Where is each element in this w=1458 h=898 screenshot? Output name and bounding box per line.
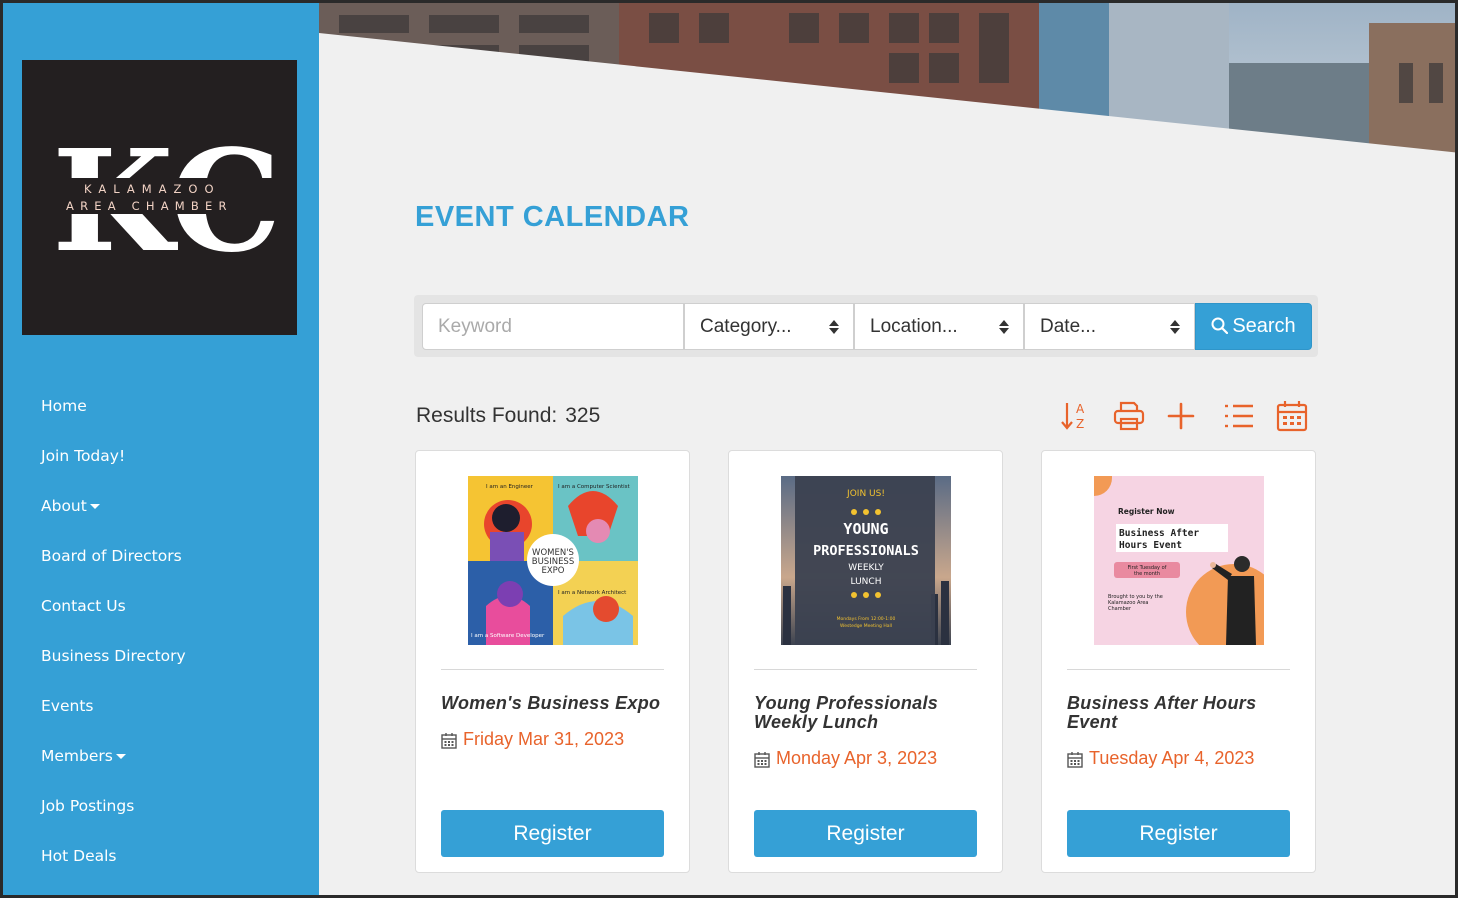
event-card[interactable]: Register Now Business After Hours Event … <box>1041 450 1316 873</box>
nav-label: Business Directory <box>41 647 186 665</box>
event-date-text: Friday Mar 31, 2023 <box>463 729 625 749</box>
calendar-icon <box>441 733 457 749</box>
search-button-label: Search <box>1232 315 1296 337</box>
event-date: Monday Apr 3, 2023 <box>754 748 937 769</box>
image-text: Chamber <box>1108 606 1132 612</box>
calendar-view-icon[interactable] <box>1275 399 1309 433</box>
event-card[interactable]: JOIN US! YOUNG PROFESSIONALS WEEKLY LUNC… <box>728 450 1003 873</box>
nav-item-board-of-directors[interactable]: Board of Directors <box>3 531 319 581</box>
nav-item-members[interactable]: Members <box>3 731 319 781</box>
image-text: YOUNG <box>843 520 888 538</box>
nav-label: Events <box>41 697 94 715</box>
search-button[interactable]: Search <box>1195 303 1312 350</box>
event-card[interactable]: WOMEN'S BUSINESS EXPO I am an Engineer I… <box>415 450 690 873</box>
nav-item-hot-deals[interactable]: Hot Deals <box>3 831 319 881</box>
select-arrows-icon <box>829 320 839 334</box>
add-icon[interactable] <box>1164 399 1198 433</box>
image-text: I am an Engineer <box>486 484 534 490</box>
nav-label: Job Postings <box>41 797 135 815</box>
image-text: Hours Event <box>1119 540 1182 551</box>
divider <box>1067 669 1290 670</box>
page-title: EVENT CALENDAR <box>415 201 690 233</box>
image-text: Mondays From 12:00-1:00 <box>837 616 896 622</box>
nav-label: Contact Us <box>41 597 126 615</box>
logo-text-line1: KALAMAZOO <box>84 182 221 196</box>
nav-item-join-today[interactable]: Join Today! <box>3 431 319 481</box>
select-arrows-icon <box>1170 320 1180 334</box>
print-icon[interactable] <box>1112 399 1146 433</box>
event-date-text: Monday Apr 3, 2023 <box>776 748 938 768</box>
results-label: Results Found: <box>416 404 558 427</box>
event-image[interactable]: JOIN US! YOUNG PROFESSIONALS WEEKLY LUNC… <box>781 476 951 645</box>
location-select-value: Location... <box>870 316 958 337</box>
sidebar: KC KALAMAZOO AREA CHAMBER Home Join Toda… <box>3 3 319 895</box>
category-select-value: Category... <box>700 316 792 337</box>
image-text: EXPO <box>541 566 564 576</box>
nav-label: About <box>41 497 87 515</box>
caret-down-icon <box>115 754 126 759</box>
date-select-value: Date... <box>1040 316 1096 337</box>
main-navigation: Home Join Today! About Board of Director… <box>3 381 319 881</box>
date-select[interactable]: Date... <box>1024 303 1195 350</box>
register-button[interactable]: Register <box>754 810 977 857</box>
location-select[interactable]: Location... <box>854 303 1024 350</box>
caret-down-icon <box>89 504 100 509</box>
image-text: JOIN US! <box>846 489 885 499</box>
divider <box>754 669 977 670</box>
image-text: I am a Software Developer <box>471 633 545 639</box>
nav-item-job-postings[interactable]: Job Postings <box>3 781 319 831</box>
logo-text-line2: AREA CHAMBER <box>66 199 233 213</box>
results-count: 325 <box>565 404 601 427</box>
nav-label: Board of Directors <box>41 547 182 565</box>
chamber-logo[interactable]: KC KALAMAZOO AREA CHAMBER <box>22 60 297 335</box>
image-text: Business After <box>1119 528 1199 539</box>
nav-item-contact-us[interactable]: Contact Us <box>3 581 319 631</box>
event-title[interactable]: Young Professionals Weekly Lunch <box>754 694 984 732</box>
image-text: WEEKLY <box>848 563 884 573</box>
calendar-icon <box>1067 752 1083 768</box>
category-select[interactable]: Category... <box>684 303 854 350</box>
header-banner <box>319 3 1455 163</box>
image-text: I am a Network Architect <box>558 590 627 596</box>
register-button[interactable]: Register <box>1067 810 1290 857</box>
image-text: Register Now <box>1118 507 1175 516</box>
nav-label: Home <box>41 397 87 415</box>
image-text: the month <box>1134 571 1160 577</box>
sort-az-icon[interactable]: A Z <box>1059 399 1093 433</box>
nav-label: Hot Deals <box>41 847 117 865</box>
image-text: LUNCH <box>851 577 882 587</box>
page-frame: KC KALAMAZOO AREA CHAMBER Home Join Toda… <box>0 0 1458 898</box>
event-image[interactable]: WOMEN'S BUSINESS EXPO I am an Engineer I… <box>468 476 638 645</box>
image-text: PROFESSIONALS <box>813 543 919 559</box>
search-icon <box>1211 317 1229 335</box>
event-search-bar: Category... Location... Date... Search <box>414 295 1318 357</box>
list-view-icon[interactable] <box>1222 399 1256 433</box>
event-date-text: Tuesday Apr 4, 2023 <box>1089 748 1255 768</box>
divider <box>441 669 664 670</box>
event-date: Tuesday Apr 4, 2023 <box>1067 748 1254 769</box>
nav-item-about[interactable]: About <box>3 481 319 531</box>
nav-item-business-directory[interactable]: Business Directory <box>3 631 319 681</box>
event-title[interactable]: Women's Business Expo <box>441 694 671 713</box>
svg-text:Z: Z <box>1076 417 1084 431</box>
register-button[interactable]: Register <box>441 810 664 857</box>
select-arrows-icon <box>999 320 1009 334</box>
nav-label: Join Today! <box>41 447 126 465</box>
nav-item-events[interactable]: Events <box>3 681 319 731</box>
nav-item-home[interactable]: Home <box>3 381 319 431</box>
svg-text:A: A <box>1076 402 1085 416</box>
event-image[interactable]: Register Now Business After Hours Event … <box>1094 476 1264 645</box>
image-text: I am a Computer Scientist <box>558 484 631 490</box>
event-date: Friday Mar 31, 2023 <box>441 729 624 750</box>
nav-label: Members <box>41 747 113 765</box>
calendar-icon <box>754 752 770 768</box>
event-title[interactable]: Business After Hours Event <box>1067 694 1297 732</box>
image-text: Westedge Meeting Hall <box>840 623 892 629</box>
keyword-input[interactable] <box>422 303 684 350</box>
results-summary: Results Found: 325 <box>416 404 600 428</box>
